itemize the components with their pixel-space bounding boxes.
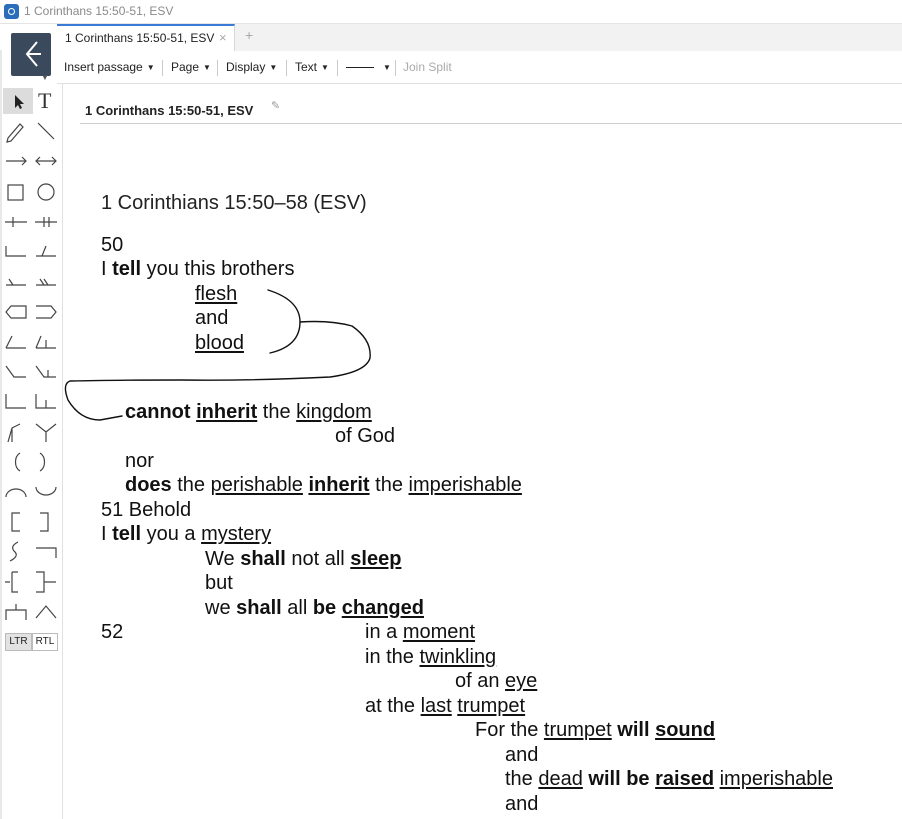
page-menu[interactable]: Page ▼ <box>171 60 211 74</box>
passage-line: does the perishable inherit the imperish… <box>125 474 522 496</box>
toolbar-divider <box>395 60 396 76</box>
tab-label: 1 Corinthans 15:50-51, ESV <box>65 31 215 45</box>
chevron-down-icon: ▼ <box>146 63 155 72</box>
chevron-down-icon: ▼ <box>383 63 391 72</box>
tab-close-icon[interactable]: × <box>219 30 227 45</box>
line-style-caret[interactable]: ▼ <box>379 60 391 74</box>
insert-passage-menu[interactable]: Insert passage ▼ <box>64 60 155 74</box>
passage-line: flesh <box>195 283 238 305</box>
document-toolbar: Insert passage ▼ Page ▼ Display ▼ Text ▼ ▼ J… <box>57 51 902 84</box>
toolbar-divider <box>162 60 163 76</box>
passage-line: blood <box>195 332 244 354</box>
bracket-connector <box>267 289 301 354</box>
edit-title-icon[interactable]: ✎ <box>271 99 280 112</box>
ltr-button[interactable]: LTR <box>5 633 32 651</box>
toolbar-divider <box>337 60 338 76</box>
passage-line: and <box>195 307 229 329</box>
passage-line: and <box>505 744 539 766</box>
chevron-down-icon: ▼ <box>321 63 329 72</box>
text-label: Text <box>295 60 318 74</box>
passage-line: the dead will be raised imperishable <box>505 768 833 790</box>
verse-number-50: 50 <box>101 234 124 256</box>
passage-line: at the last trumpet <box>365 695 526 717</box>
window-titlebar: 1 Corinthans 15:50-51, ESV <box>0 0 902 24</box>
chevron-down-icon: ▼ <box>203 63 211 72</box>
tool-icons <box>5 122 57 620</box>
display-label: Display <box>226 60 266 74</box>
title-divider <box>80 123 902 124</box>
tab-strip: 1 Corinthans 15:50-51, ESV × + <box>57 24 902 51</box>
passage-line: We shall not all sleep <box>205 548 402 570</box>
tab-document[interactable]: 1 Corinthans 15:50-51, ESV × <box>57 24 235 51</box>
passage-line: nor <box>125 450 154 472</box>
passage-line: For the trumpet will sound <box>475 719 716 741</box>
passage-line: I tell you a mystery <box>101 523 272 545</box>
line-style-selector[interactable] <box>346 67 374 68</box>
verse-number-51: 51 Behold <box>101 499 192 521</box>
passage-heading: 1 Corinthians 15:50–58 (ESV) <box>101 192 367 214</box>
page-label: Page <box>171 60 200 74</box>
join-split-button[interactable]: Join Split <box>403 60 452 74</box>
insert-passage-label: Insert passage <box>64 60 143 74</box>
passage-line: of God <box>335 425 396 447</box>
new-tab-icon[interactable]: + <box>245 27 253 43</box>
text-menu[interactable]: Text ▼ <box>295 60 329 74</box>
toolbar-divider <box>286 60 287 76</box>
passage-line: but <box>205 572 233 594</box>
passage-line: and <box>505 793 539 815</box>
toolbar-divider <box>217 60 218 76</box>
passage-line: in the twinkling <box>365 646 497 668</box>
display-menu[interactable]: Display ▼ <box>226 60 277 74</box>
chevron-down-icon: ▼ <box>269 63 278 72</box>
verse-number-52: 52 <box>101 621 124 643</box>
passage-line: of an eye <box>455 670 538 692</box>
passage-line: in a moment <box>365 621 476 643</box>
rtl-button[interactable]: RTL <box>32 633 58 651</box>
passage-line: we shall all be changed <box>205 597 424 619</box>
passage-line: I tell you this brothers <box>101 258 295 280</box>
passage-line: cannot inherit the kingdom <box>125 401 372 423</box>
document-title[interactable]: 1 Corinthans 15:50-51, ESV <box>85 103 253 118</box>
